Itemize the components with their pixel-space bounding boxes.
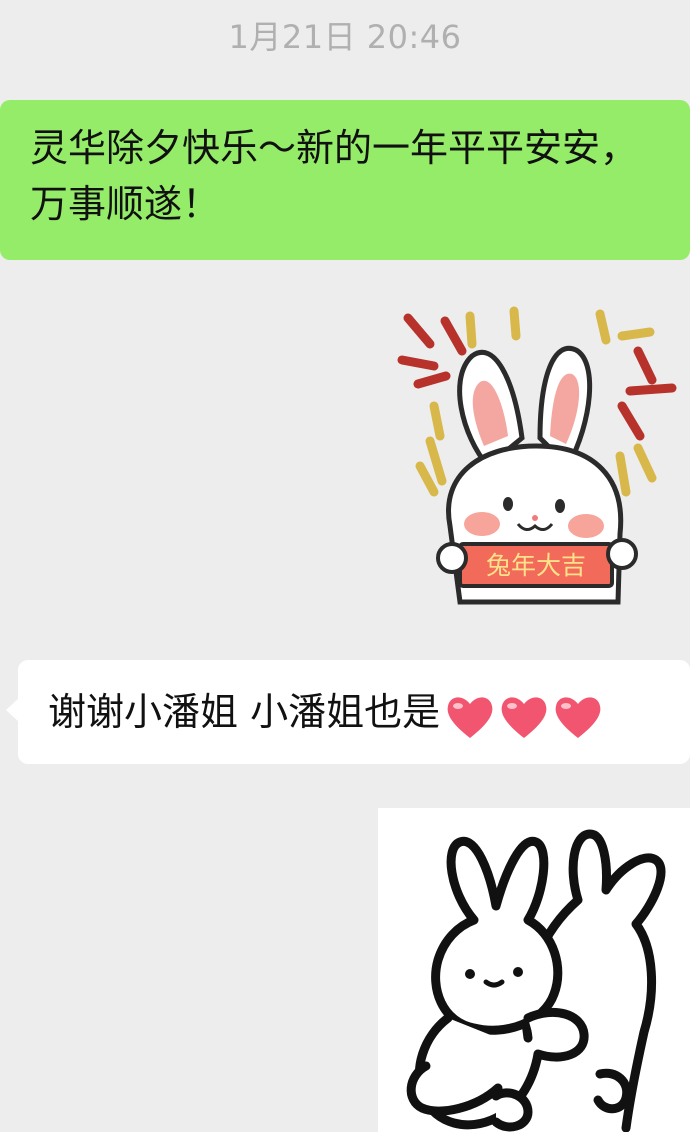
rabbits-hug-sticker[interactable] [378, 808, 690, 1132]
outgoing-message-bubble[interactable]: 灵华除夕快乐～新的一年平平安安，万事顺遂！ [0, 100, 690, 260]
heart-icon [555, 697, 601, 738]
heart-icon [501, 697, 547, 738]
heart-emoji-group [444, 687, 606, 743]
incoming-message-bubble[interactable]: 谢谢小潘姐 小潘姐也是 [6, 660, 690, 764]
rabbit-new-year-sticker[interactable]: 兔年大吉 [390, 296, 690, 616]
message-timestamp: 1月21日 20:46 [228, 18, 462, 56]
banner-text: 兔年大吉 [486, 551, 586, 580]
heart-icon [447, 697, 493, 738]
outgoing-message-text: 灵华除夕快乐～新的一年平平安安，万事顺遂！ [30, 126, 639, 226]
incoming-message-text: 谢谢小潘姐 小潘姐也是 [48, 690, 441, 734]
rabbit-new-year-icon: 兔年大吉 [397, 306, 677, 605]
rabbits-hug-icon [406, 829, 666, 1132]
